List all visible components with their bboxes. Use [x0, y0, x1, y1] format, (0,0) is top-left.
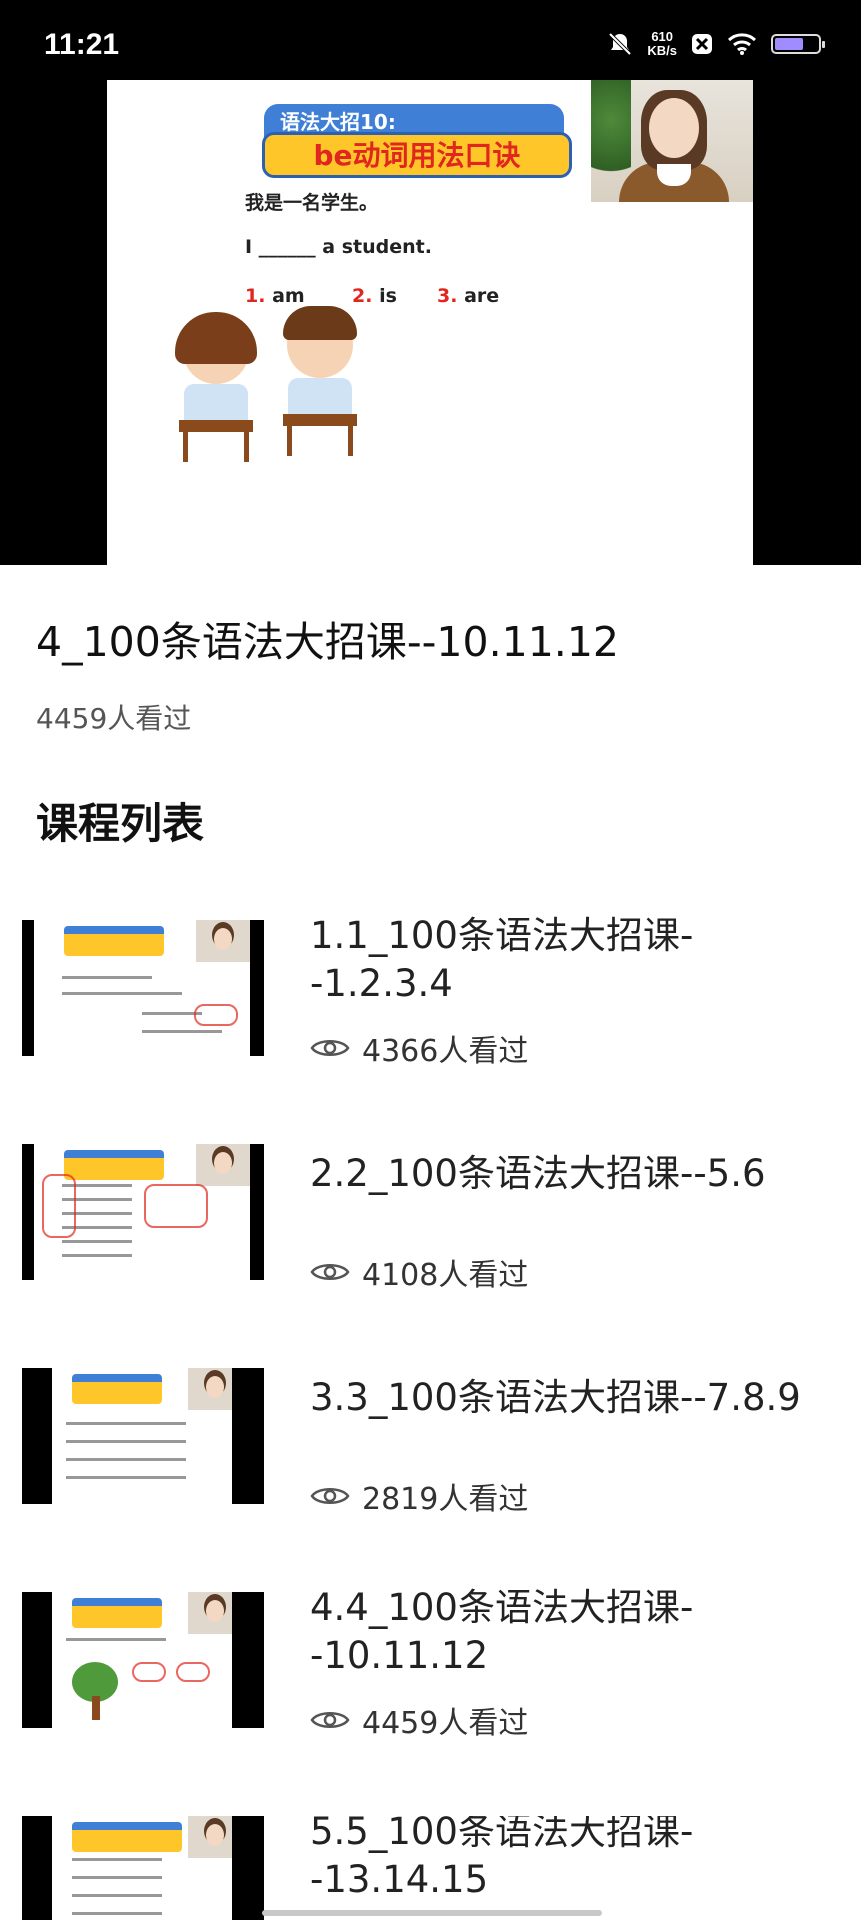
home-indicator[interactable]	[262, 1910, 602, 1916]
slide-option-1: 1. am	[245, 285, 305, 307]
status-time: 11:21	[44, 28, 120, 61]
lesson-thumbnail[interactable]	[22, 1816, 264, 1920]
video-player[interactable]: 语法大招10: be动词用法口诀 我是一名学生。 I ______ a stud…	[0, 80, 861, 565]
lesson-title[interactable]: 2.2_100条语法大招课--5.6	[310, 1150, 830, 1198]
lesson-views: 2819人看过	[362, 1482, 529, 1517]
lesson-thumbnail[interactable]	[22, 1592, 264, 1728]
lesson-meta: 4459人看过	[310, 1700, 529, 1741]
eye-icon	[310, 1712, 350, 1728]
video-frame[interactable]: 语法大招10: be动词用法口诀 我是一名学生。 I ______ a stud…	[107, 80, 753, 565]
video-title: 4_100条语法大招课--10.11.12	[36, 618, 620, 666]
lesson-title[interactable]: 5.5_100条语法大招课--13.14.15	[310, 1816, 830, 1904]
wifi-icon	[727, 33, 757, 55]
lesson-views: 4108人看过	[362, 1258, 529, 1293]
eye-icon	[310, 1040, 350, 1056]
net-speed-value: 610	[651, 29, 674, 44]
lesson-thumbnail[interactable]	[22, 920, 264, 1056]
list-item[interactable]: 3.3_100条语法大招课--7.8.9 2819人看过	[0, 1368, 861, 1568]
status-bar: 11:21 610 KB/s	[0, 0, 861, 80]
close-box-icon	[692, 34, 712, 54]
teacher-camera-overlay	[591, 80, 753, 202]
eye-icon	[310, 1264, 350, 1280]
slide-sentence-en: I ______ a student.	[245, 236, 432, 258]
battery-icon	[771, 34, 825, 54]
eye-icon	[310, 1488, 350, 1504]
net-speed-unit: KB/s	[647, 43, 677, 58]
course-list-heading: 课程列表	[36, 799, 205, 848]
list-item[interactable]: 5.5_100条语法大招课--13.14.15	[0, 1816, 861, 1920]
net-speed: 610 KB/s	[647, 30, 677, 58]
girl-illustration	[175, 312, 257, 462]
list-item[interactable]: 4.4_100条语法大招课--10.11.12 4459人看过	[0, 1586, 861, 1792]
slide-option-2: 2. is	[352, 285, 397, 307]
lesson-meta: 4108人看过	[310, 1252, 529, 1293]
lesson-title[interactable]: 3.3_100条语法大招课--7.8.9	[310, 1374, 830, 1422]
lesson-meta: 2819人看过	[310, 1476, 529, 1517]
lesson-title[interactable]: 4.4_100条语法大招课--10.11.12	[310, 1584, 830, 1680]
list-item[interactable]: 2.2_100条语法大招课--5.6 4108人看过	[0, 1144, 861, 1344]
slide-sentence-cn: 我是一名学生。	[245, 192, 379, 214]
list-item[interactable]: 1.1_100条语法大招课--1.2.3.4 4366人看过	[0, 914, 861, 1120]
lesson-thumbnail[interactable]	[22, 1368, 264, 1504]
lesson-views: 4366人看过	[362, 1034, 529, 1069]
video-view-count: 4459人看过	[36, 702, 192, 735]
status-icons: 610 KB/s	[607, 30, 825, 58]
lesson-meta: 4366人看过	[310, 1028, 529, 1069]
boy-illustration	[283, 306, 357, 456]
lesson-title[interactable]: 1.1_100条语法大招课--1.2.3.4	[310, 912, 830, 1008]
mute-bell-icon	[608, 32, 632, 56]
lesson-views: 4459人看过	[362, 1706, 529, 1741]
slide-option-3: 3. are	[437, 285, 500, 307]
lesson-thumbnail[interactable]	[22, 1144, 264, 1280]
slide-banner-main: be动词用法口诀	[262, 132, 572, 178]
